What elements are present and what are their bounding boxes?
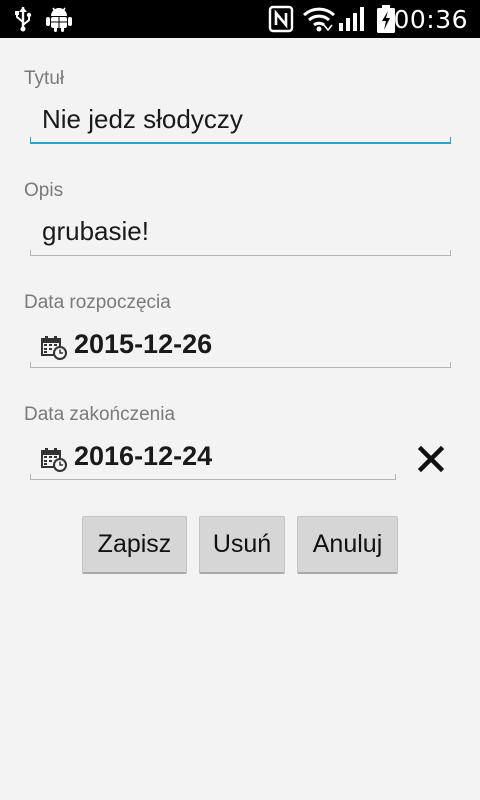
title-label: Tytuł (24, 68, 65, 89)
cancel-button[interactable]: Anuluj (297, 516, 398, 574)
calendar-clock-icon (41, 336, 67, 360)
end-date-value: 2016-12-24 (74, 441, 213, 471)
start-date-picker[interactable]: 2015-12-26 (30, 324, 451, 368)
start-date-label: Data rozpoczęcia (24, 292, 171, 313)
signal-icon (338, 0, 368, 38)
nfc-icon (268, 0, 294, 38)
status-time: 00:36 (393, 4, 468, 34)
title-input-underline (30, 137, 451, 144)
start-date-value: 2015-12-26 (74, 329, 213, 359)
title-input[interactable]: Nie jedz słodyczy (30, 100, 451, 144)
start-date-underline (30, 362, 451, 368)
end-date-label: Data zakończenia (24, 404, 176, 425)
status-bar: 00:36 (0, 0, 480, 38)
description-input[interactable]: grubasie! (30, 212, 451, 256)
clear-end-date-button[interactable] (416, 444, 446, 474)
end-date-picker[interactable]: 2016-12-24 (30, 436, 396, 480)
calendar-clock-icon (41, 448, 67, 472)
wifi-icon (302, 0, 336, 38)
close-icon (418, 446, 444, 472)
description-label: Opis (24, 180, 64, 201)
delete-button[interactable]: Usuń (199, 516, 285, 574)
android-debug-icon (44, 0, 74, 38)
save-button[interactable]: Zapisz (82, 516, 187, 574)
usb-icon (14, 0, 32, 38)
end-date-underline (30, 474, 396, 480)
description-input-underline (30, 250, 451, 256)
description-input-value: grubasie! (42, 216, 149, 246)
title-input-value: Nie jedz słodyczy (42, 104, 243, 134)
